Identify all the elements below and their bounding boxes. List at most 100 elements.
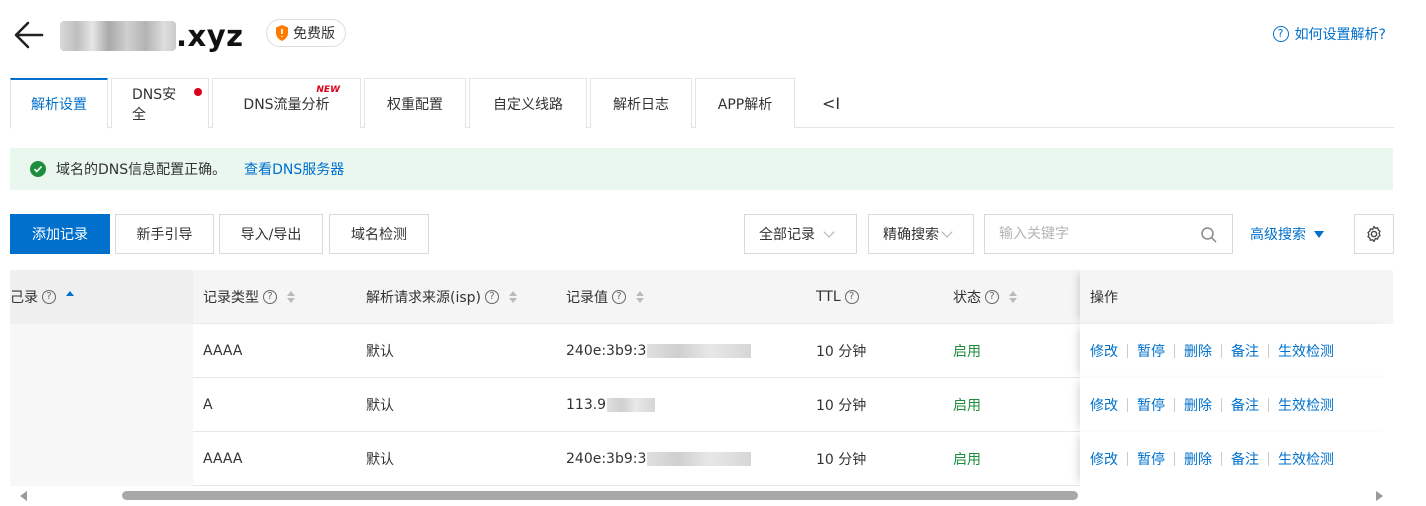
check-circle-icon xyxy=(30,161,46,177)
chevron-down-icon xyxy=(941,225,953,238)
delete-link[interactable]: 删除 xyxy=(1184,449,1212,469)
domain-check-button[interactable]: 域名检测 xyxy=(329,214,429,254)
search-mode-select[interactable]: 精确搜索 xyxy=(868,214,974,254)
tab-custom-lines[interactable]: 自定义线路 xyxy=(469,78,587,128)
redacted-value xyxy=(647,344,752,358)
alert-text: 域名的DNS信息配置正确。 xyxy=(56,162,227,178)
cell-request-source: 默认 xyxy=(366,398,394,414)
edit-link[interactable]: 修改 xyxy=(1090,449,1118,469)
success-alert: 域名的DNS信息配置正确。 查看DNS服务器 xyxy=(10,148,1393,190)
cell-record-type: A xyxy=(203,397,213,413)
search-input[interactable] xyxy=(985,215,1175,253)
caret-down-icon xyxy=(1314,230,1324,238)
verify-link[interactable]: 生效检测 xyxy=(1278,341,1334,361)
tab-label: DNS安全 xyxy=(132,86,177,123)
scroll-left-icon[interactable] xyxy=(20,491,27,501)
header-record-value[interactable]: 记录值 ? xyxy=(566,270,644,324)
help-icon: ? xyxy=(42,290,56,304)
divider xyxy=(1221,398,1222,412)
cell-status: 启用 xyxy=(953,344,981,360)
view-dns-servers-link[interactable]: 查看DNS服务器 xyxy=(244,159,344,179)
beginner-guide-button[interactable]: 新手引导 xyxy=(115,214,214,254)
tab-label: 自定义线路 xyxy=(493,96,563,113)
tab-dns-settings[interactable]: 解析设置 xyxy=(10,78,108,129)
header-label: 操作 xyxy=(1090,290,1118,306)
cell-request-source: 默认 xyxy=(366,452,394,468)
host-cell-bg xyxy=(10,378,193,432)
notification-dot xyxy=(194,88,202,96)
header-host[interactable]: 己录 ? xyxy=(10,270,74,324)
remark-link[interactable]: 备注 xyxy=(1231,395,1259,415)
header-ttl[interactable]: TTL ? xyxy=(816,270,859,324)
header-label: 记录值 xyxy=(566,290,608,306)
scrollbar-thumb[interactable] xyxy=(122,491,1078,500)
divider xyxy=(1268,452,1269,466)
divider xyxy=(1127,452,1128,466)
collapse-tabs-icon[interactable]: <I xyxy=(798,78,840,128)
header-label: 解析请求来源(isp) xyxy=(366,290,481,306)
delete-link[interactable]: 删除 xyxy=(1184,395,1212,415)
edition-label: 免费版 xyxy=(293,26,335,42)
search-icon[interactable] xyxy=(1200,226,1218,244)
scroll-right-icon[interactable] xyxy=(1376,491,1383,501)
remark-link[interactable]: 备注 xyxy=(1231,341,1259,361)
pause-link[interactable]: 暂停 xyxy=(1137,449,1165,469)
divider xyxy=(1127,344,1128,358)
edit-link[interactable]: 修改 xyxy=(1090,341,1118,361)
sort-icon[interactable] xyxy=(287,291,295,303)
cell-record-value: 240e:3b9:3 xyxy=(566,432,752,486)
edit-link[interactable]: 修改 xyxy=(1090,395,1118,415)
add-record-button[interactable]: 添加记录 xyxy=(10,214,110,254)
record-filter-select[interactable]: 全部记录 xyxy=(744,214,857,254)
question-icon: ? xyxy=(1272,26,1289,42)
tab-weight-config[interactable]: 权重配置 xyxy=(364,78,466,128)
advanced-search-label: 高级搜索 xyxy=(1250,227,1306,243)
delete-link[interactable]: 删除 xyxy=(1184,341,1212,361)
tab-resolve-logs[interactable]: 解析日志 xyxy=(590,78,692,128)
cell-record-type: AAAA xyxy=(203,343,243,359)
horizontal-scrollbar[interactable] xyxy=(10,488,1393,504)
records-table: 己录 ? 记录类型 ? 解析请求来源(isp) ? 记录值 ? TTL ? 状态… xyxy=(10,270,1393,486)
pause-link[interactable]: 暂停 xyxy=(1137,341,1165,361)
record-filter-value: 全部记录 xyxy=(759,227,815,243)
divider xyxy=(1268,398,1269,412)
help-link[interactable]: ? 如何设置解析? xyxy=(1272,24,1386,44)
tab-label: 权重配置 xyxy=(387,96,443,113)
divider xyxy=(1127,398,1128,412)
toolbar: 添加记录 新手引导 导入/导出 域名检测 全部记录 精确搜索 高级搜索 xyxy=(10,214,1394,254)
tab-app-resolve[interactable]: APP解析 xyxy=(695,78,795,128)
redacted-value xyxy=(647,452,752,466)
sort-icon[interactable] xyxy=(636,291,644,303)
redacted-value xyxy=(607,398,656,412)
back-arrow-icon[interactable] xyxy=(12,18,46,52)
import-export-button[interactable]: 导入/导出 xyxy=(219,214,323,254)
tab-dns-security[interactable]: DNS安全 xyxy=(111,78,209,128)
table-settings-button[interactable] xyxy=(1354,214,1394,254)
divider xyxy=(1174,398,1175,412)
advanced-search-toggle[interactable]: 高级搜索 xyxy=(1250,214,1324,254)
chevron-down-icon xyxy=(823,225,835,238)
row-actions: 修改 暂停 删除 备注 生效检测 xyxy=(1080,432,1393,486)
cell-ttl: 10 分钟 xyxy=(816,452,867,468)
sort-icon[interactable] xyxy=(1009,291,1017,303)
remark-link[interactable]: 备注 xyxy=(1231,449,1259,469)
divider xyxy=(1174,452,1175,466)
row-actions: 修改 暂停 删除 备注 生效检测 xyxy=(1080,324,1393,378)
tab-label: DNS流量分析 xyxy=(243,96,330,113)
cell-status: 启用 xyxy=(953,398,981,414)
sort-icon[interactable] xyxy=(509,291,517,303)
header-status[interactable]: 状态 ? xyxy=(953,270,1017,324)
help-icon: ? xyxy=(844,290,859,304)
host-cell-bg xyxy=(10,324,193,378)
tab-dns-traffic-analysis[interactable]: DNS流量分析 NEW xyxy=(212,78,361,128)
table-header-row: 己录 ? 记录类型 ? 解析请求来源(isp) ? 记录值 ? TTL ? 状态… xyxy=(10,270,1393,324)
sort-icon[interactable] xyxy=(66,291,74,303)
table-row: A 默认 113.9 10 分钟 启用 修改 暂停 删除 备注 生效检测 xyxy=(10,378,1393,432)
verify-link[interactable]: 生效检测 xyxy=(1278,395,1334,415)
header-request-source[interactable]: 解析请求来源(isp) ? xyxy=(366,270,517,324)
header-record-type[interactable]: 记录类型 ? xyxy=(203,270,295,324)
cell-ttl: 10 分钟 xyxy=(816,398,867,414)
verify-link[interactable]: 生效检测 xyxy=(1278,449,1334,469)
pause-link[interactable]: 暂停 xyxy=(1137,395,1165,415)
gear-icon xyxy=(1367,225,1381,243)
